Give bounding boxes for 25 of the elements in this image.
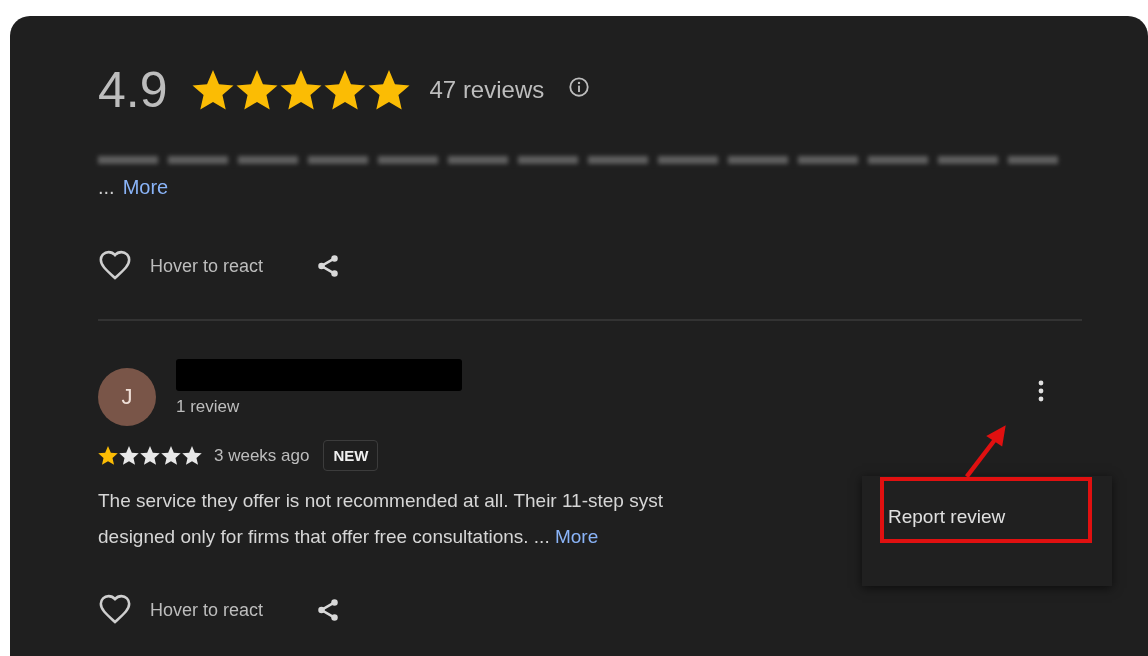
star-icon — [367, 70, 410, 110]
menu-item[interactable]: Report review — [862, 506, 1112, 528]
new-badge: NEW — [323, 440, 379, 471]
star-icon — [119, 446, 139, 465]
react-label: Hover to react — [150, 599, 264, 621]
more-link[interactable]: More — [122, 176, 169, 199]
rating-value: 4.9 — [98, 65, 168, 115]
info-icon[interactable] — [568, 76, 591, 98]
avatar[interactable]: J — [98, 368, 156, 426]
star-icon — [279, 70, 322, 110]
star-icon — [323, 70, 366, 110]
review-count: 47 reviews — [429, 76, 545, 104]
ellipsis: ... — [98, 176, 115, 199]
star-icon — [161, 446, 181, 465]
star-icon — [182, 446, 202, 465]
reviewer-review-count: 1 review — [176, 397, 241, 417]
star-icon — [191, 70, 234, 110]
review-date: 3 weeks ago — [214, 445, 310, 466]
react-label: Hover to react — [150, 255, 264, 277]
more-link[interactable]: More — [554, 526, 599, 547]
star-icon — [140, 446, 160, 465]
arrow-annotation — [964, 425, 1006, 479]
star-icon — [235, 70, 278, 110]
more-options-icon[interactable] — [1038, 379, 1044, 403]
star-icon — [98, 446, 118, 465]
